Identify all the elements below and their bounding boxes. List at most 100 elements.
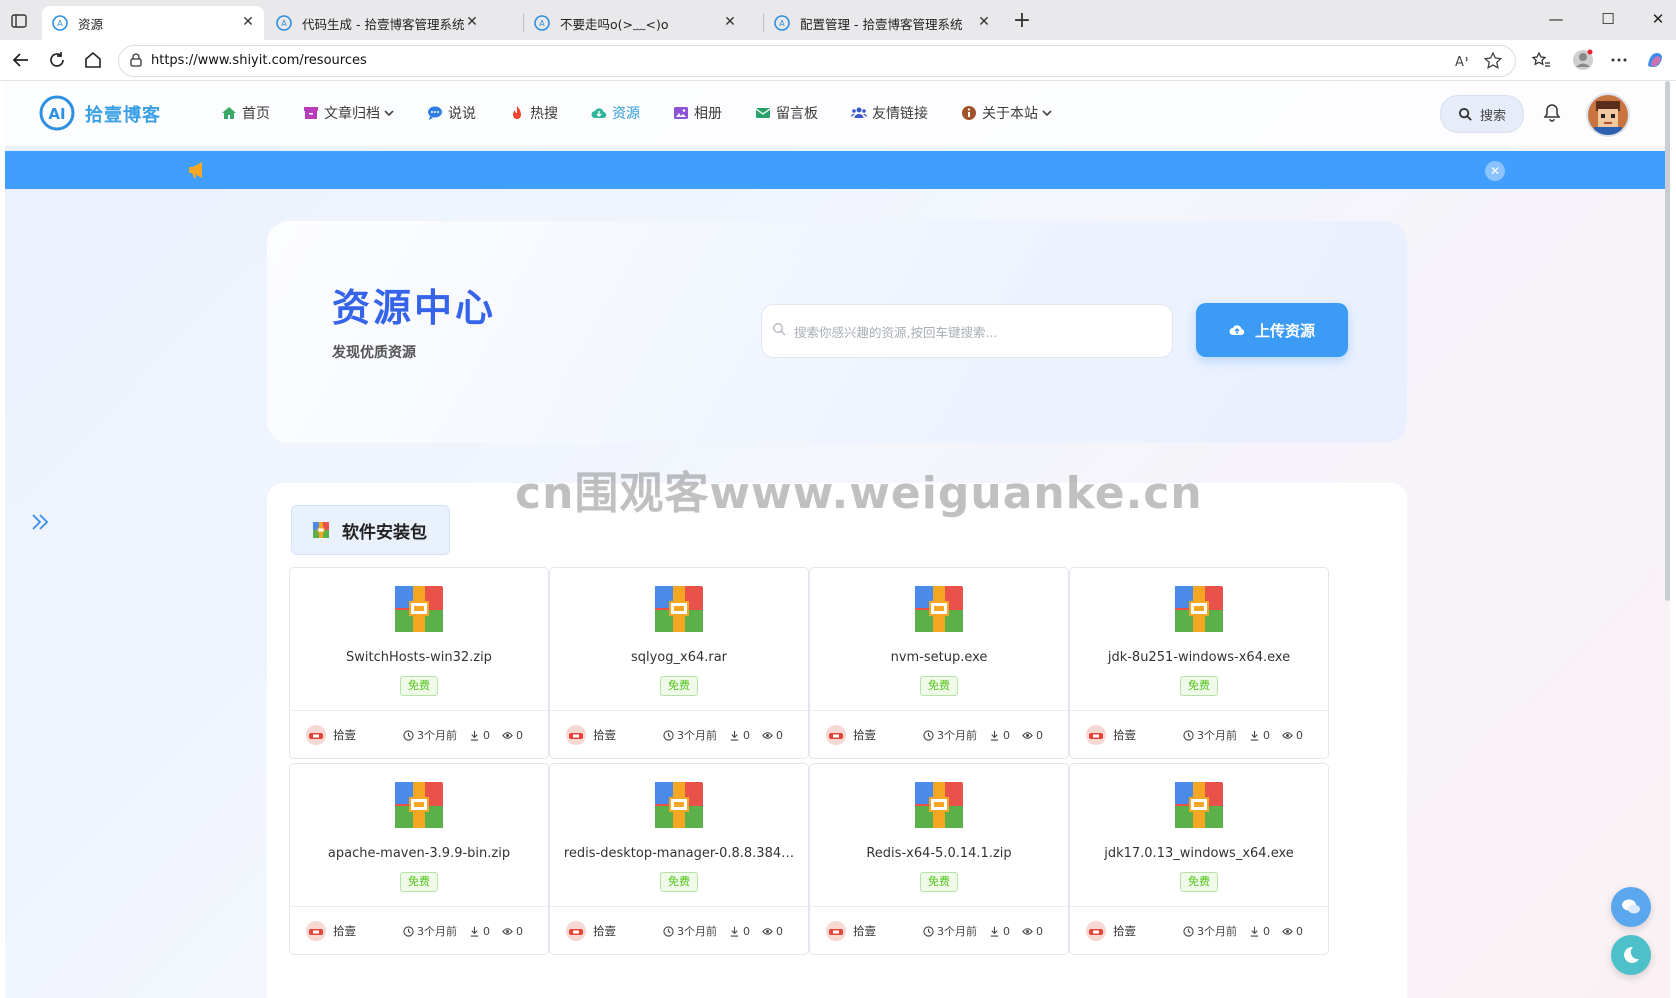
resource-card[interactable]: redis-desktop-manager-0.8.8.384… 免费 拾壹 3个月前… [549, 763, 809, 955]
page-scrollbar[interactable] [1665, 81, 1670, 601]
archive-file-icon [655, 782, 703, 828]
clock-icon [923, 925, 934, 937]
uploader-avatar[interactable] [566, 921, 586, 941]
double-chevron-right-icon[interactable] [29, 511, 51, 533]
resource-name[interactable]: Redis-x64-5.0.14.1.zip [818, 846, 1060, 861]
category-tab-software[interactable]: 软件安装包 [291, 505, 450, 555]
nav-item-about[interactable]: 关于本站 [961, 103, 1052, 123]
browser-tab-1[interactable]: A 代码生成 - 拾壹博客管理系统 ✕ [266, 6, 488, 40]
close-announcement-icon[interactable]: ✕ [1485, 161, 1505, 181]
resource-name[interactable]: redis-desktop-manager-0.8.8.384… [558, 846, 800, 861]
uploader-avatar[interactable] [826, 921, 846, 941]
archive-file-icon [395, 782, 443, 828]
resource-search-input[interactable] [792, 305, 1166, 359]
nav-item-talk[interactable]: 说说 [427, 103, 476, 123]
read-aloud-icon[interactable]: A [1453, 52, 1471, 70]
uploader-name: 拾壹 [1113, 728, 1136, 742]
site-logo-icon[interactable]: AI [38, 94, 76, 132]
more-options-icon[interactable] [1608, 49, 1630, 71]
uploader-avatar[interactable] [1086, 921, 1106, 941]
card-footer: 拾壹 3个月前 0 0 [1070, 906, 1328, 955]
nav-item-album[interactable]: 相册 [673, 103, 722, 123]
resource-name[interactable]: jdk17.0.13_windows_x64.exe [1078, 846, 1320, 861]
archive-file-icon [915, 586, 963, 632]
chat-float-button[interactable] [1611, 887, 1651, 927]
nav-item-links[interactable]: 友情链接 [851, 103, 928, 123]
eye-icon [502, 927, 513, 935]
clock-icon [403, 925, 414, 937]
tab-close-icon[interactable]: ✕ [976, 14, 992, 30]
download-icon [990, 730, 999, 741]
minimize-icon[interactable]: — [1544, 10, 1568, 32]
resource-name[interactable]: apache-maven-3.9.9-bin.zip [298, 846, 540, 861]
card-meta: 3个月前 0 0 [923, 727, 1043, 743]
upload-resource-button[interactable]: 上传资源 [1196, 303, 1348, 357]
favorites-list-icon[interactable] [1530, 49, 1552, 71]
dark-mode-button[interactable] [1611, 935, 1651, 975]
resource-name[interactable]: sqlyog_x64.rar [558, 650, 800, 665]
uploader-avatar[interactable] [306, 921, 326, 941]
tab-close-icon[interactable]: ✕ [464, 14, 480, 30]
browser-tab-0[interactable]: A 资源 ✕ [42, 6, 264, 40]
tab-actions-icon[interactable] [10, 12, 28, 30]
copilot-icon[interactable] [1644, 49, 1666, 71]
category-label: 软件安装包 [342, 522, 427, 543]
free-badge: 免费 [660, 872, 698, 892]
nav-item-archive[interactable]: 文章归档 [303, 103, 394, 123]
url-field[interactable]: https://www.shiyit.com/resources A [118, 45, 1516, 77]
site-logo-text[interactable]: 拾壹博客 [85, 101, 161, 127]
home-icon [222, 107, 236, 119]
uploader-avatar[interactable] [826, 725, 846, 745]
uploader-avatar-icon [566, 725, 586, 745]
nav-item-guestbook[interactable]: 留言板 [755, 103, 818, 123]
uploader-avatar-icon [1086, 921, 1106, 941]
resource-name[interactable]: nvm-setup.exe [818, 650, 1060, 665]
resource-card[interactable]: Redis-x64-5.0.14.1.zip 免费 拾壹 3个月前 0 0 [809, 763, 1069, 955]
view-count: 0 [776, 728, 783, 742]
upload-label: 上传资源 [1254, 321, 1315, 340]
resource-card[interactable]: nvm-setup.exe 免费 拾壹 3个月前 0 0 [809, 567, 1069, 759]
uploader-avatar[interactable] [1086, 725, 1106, 745]
resource-card[interactable]: apache-maven-3.9.9-bin.zip 免费 拾壹 3个月前 0 0 [289, 763, 549, 955]
favorite-star-icon[interactable] [1483, 51, 1503, 71]
resource-card[interactable]: jdk17.0.13_windows_x64.exe 免费拾壹 3个月前 0 0 [1069, 763, 1329, 955]
close-window-icon[interactable]: ✕ [1646, 10, 1670, 32]
eye-icon [1022, 927, 1033, 935]
user-avatar[interactable] [1586, 93, 1630, 137]
resource-card[interactable]: sqlyog_x64.rar 免费 拾壹 3个月前 0 0 [549, 567, 809, 759]
resource-name[interactable]: jdk-8u251-windows-x64.exe [1078, 650, 1320, 665]
chevron-down-icon [384, 110, 394, 117]
eye-icon [502, 731, 513, 739]
resource-card[interactable]: SwitchHosts-win32.zip 免费 拾壹 3个月前 0 0 [289, 567, 549, 759]
free-badge: 免费 [400, 872, 438, 892]
tab-close-icon[interactable]: ✕ [722, 14, 738, 30]
download-icon [730, 730, 739, 741]
browser-tab-2[interactable]: A 不要走吗o(>﹏<)o ✕ [524, 6, 746, 40]
uploader-avatar[interactable] [566, 725, 586, 745]
lock-icon[interactable] [129, 53, 143, 67]
reload-icon[interactable] [46, 49, 68, 71]
download-count: 0 [483, 728, 490, 742]
upload-time: 3个月前 [937, 729, 977, 742]
nav-item-home[interactable]: 首页 [221, 103, 270, 123]
chat-icon [428, 106, 442, 120]
clock-icon [923, 729, 934, 741]
new-tab-icon[interactable]: + [1010, 10, 1034, 34]
view-count: 0 [1296, 924, 1303, 938]
browser-tab-3[interactable]: A 配置管理 - 拾壹博客管理系统 ✕ [764, 6, 1000, 40]
resource-card[interactable]: jdk-8u251-windows-x64.exe 免费 拾壹 3个月前 0 0 [1069, 567, 1329, 759]
home-nav-icon[interactable] [82, 49, 104, 71]
resource-name[interactable]: SwitchHosts-win32.zip [298, 650, 540, 665]
back-arrow-icon[interactable] [10, 49, 32, 71]
nav-item-resources[interactable]: 资源 [591, 103, 640, 123]
nav-item-hot[interactable]: 热搜 [509, 103, 558, 123]
tab-title: 配置管理 - 拾壹博客管理系统 [800, 16, 963, 32]
maximize-icon[interactable]: ☐ [1596, 10, 1620, 32]
free-badge: 免费 [1180, 872, 1218, 892]
tab-close-icon[interactable]: ✕ [240, 14, 256, 30]
profile-avatar-icon[interactable] [1572, 49, 1594, 71]
uploader-avatar[interactable] [306, 725, 326, 745]
header-search-button[interactable]: 搜索 [1440, 95, 1524, 133]
free-badge: 免费 [400, 676, 438, 696]
bell-icon[interactable] [1542, 103, 1562, 123]
